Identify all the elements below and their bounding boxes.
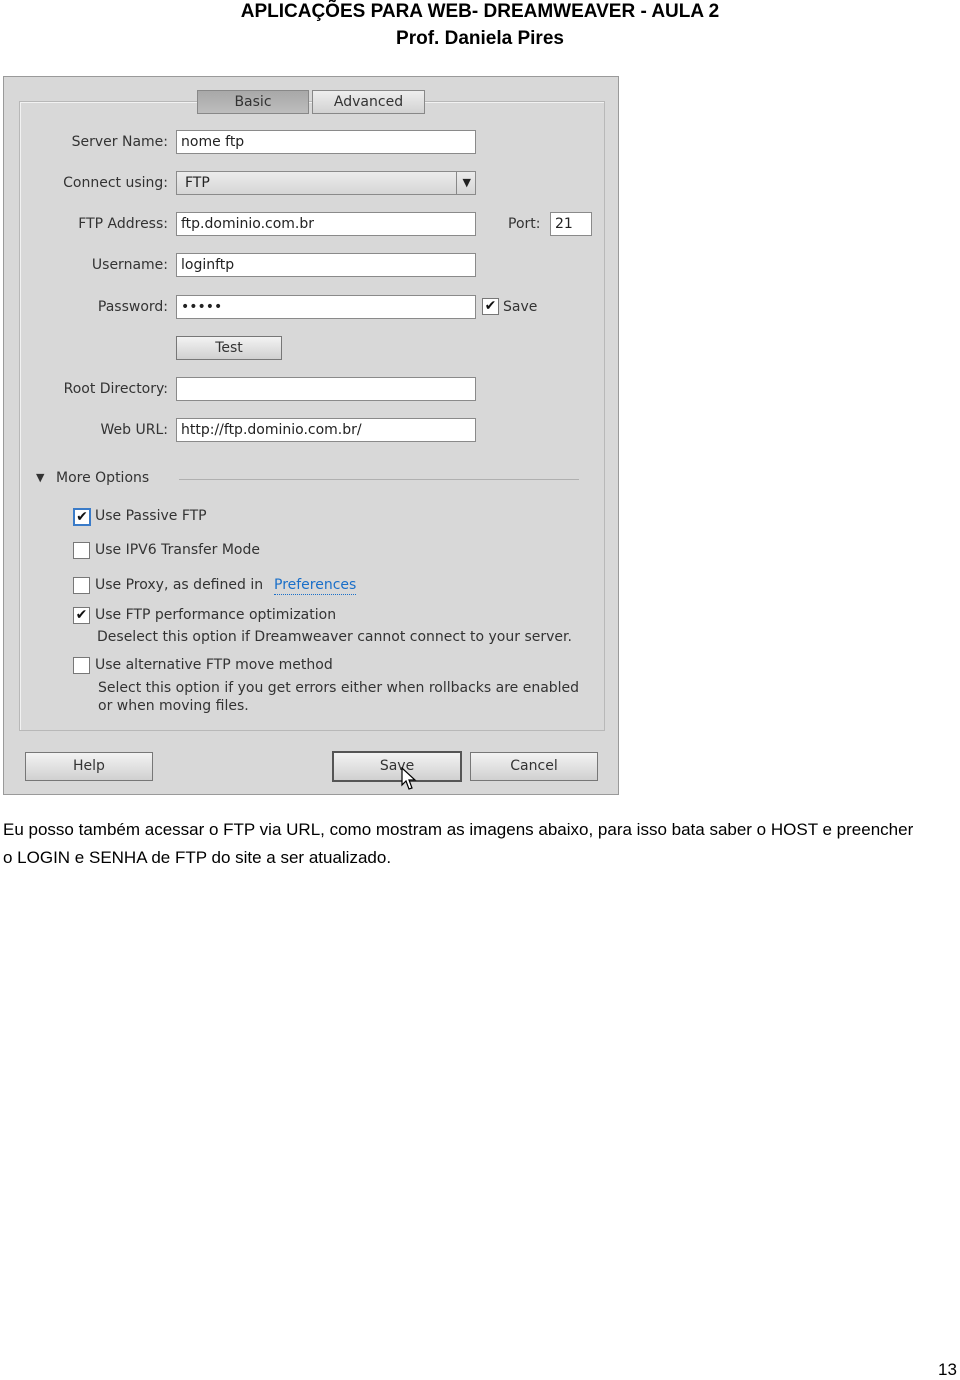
- username-input[interactable]: loginftp: [176, 253, 476, 277]
- test-button[interactable]: Test: [176, 336, 282, 360]
- web-url-input[interactable]: http://ftp.dominio.com.br/: [176, 418, 476, 442]
- proxy-label: Use Proxy, as defined in: [95, 577, 264, 593]
- collapse-triangle-icon[interactable]: ▼: [36, 471, 44, 484]
- mouse-cursor-icon: [401, 767, 417, 790]
- performance-label: Use FTP performance optimization: [95, 607, 337, 623]
- connect-using-select[interactable]: FTP ▼: [176, 171, 476, 195]
- password-input[interactable]: •••••: [176, 295, 476, 319]
- page-number: 13: [938, 1360, 957, 1379]
- proxy-checkbox[interactable]: [73, 577, 90, 594]
- save-password-label: Save: [503, 299, 538, 315]
- performance-description: Deselect this option if Dreamweaver cann…: [97, 629, 572, 645]
- connect-using-label: Connect using:: [63, 175, 168, 191]
- passive-ftp-label: Use Passive FTP: [95, 508, 207, 524]
- ftp-address-label: FTP Address:: [78, 216, 168, 232]
- ftp-address-input[interactable]: ftp.dominio.com.br: [176, 212, 476, 236]
- alt-move-description: Select this option if you get errors eit…: [98, 680, 580, 696]
- tab-basic[interactable]: Basic: [197, 90, 309, 114]
- server-name-input[interactable]: nome ftp: [176, 130, 476, 154]
- passive-ftp-checkbox[interactable]: ✔: [73, 508, 91, 526]
- web-url-label: Web URL:: [100, 422, 168, 438]
- save-button[interactable]: Save: [332, 751, 462, 782]
- username-label: Username:: [91, 257, 168, 273]
- document-title: APLICAÇÕES PARA WEB- DREAMWEAVER - AULA …: [240, 1, 720, 22]
- port-input[interactable]: 21: [550, 212, 592, 236]
- body-text-line-1: Eu posso também acessar o FTP via URL, c…: [3, 820, 914, 839]
- preferences-link[interactable]: Preferences: [274, 576, 357, 595]
- ipv6-checkbox[interactable]: [73, 542, 90, 559]
- help-button[interactable]: Help: [25, 752, 153, 781]
- password-label: Password:: [97, 299, 168, 315]
- root-directory-label: Root Directory:: [63, 381, 168, 397]
- port-label: Port:: [508, 216, 541, 232]
- divider: [179, 479, 579, 480]
- performance-checkbox[interactable]: ✔: [73, 607, 90, 624]
- save-password-checkbox[interactable]: ✔: [482, 298, 499, 315]
- body-text-line-2: o LOGIN e SENHA de FTP do site a ser atu…: [3, 848, 392, 867]
- site-setup-dialog: Basic Advanced Server Name: nome ftp Con…: [3, 76, 619, 795]
- alt-move-checkbox[interactable]: [73, 657, 90, 674]
- more-options-toggle[interactable]: More Options: [56, 469, 149, 487]
- alt-move-description-2: or when moving files.: [98, 698, 249, 714]
- ipv6-label: Use IPV6 Transfer Mode: [95, 542, 260, 558]
- chevron-down-icon: ▼: [455, 172, 471, 194]
- cancel-button[interactable]: Cancel: [470, 752, 598, 781]
- root-directory-input[interactable]: [176, 377, 476, 401]
- tab-advanced[interactable]: Advanced: [312, 90, 425, 114]
- connect-using-value: FTP: [185, 175, 210, 191]
- document-author: Prof. Daniela Pires: [396, 28, 564, 49]
- alt-move-label: Use alternative FTP move method: [95, 657, 333, 673]
- server-name-label: Server Name:: [71, 134, 168, 150]
